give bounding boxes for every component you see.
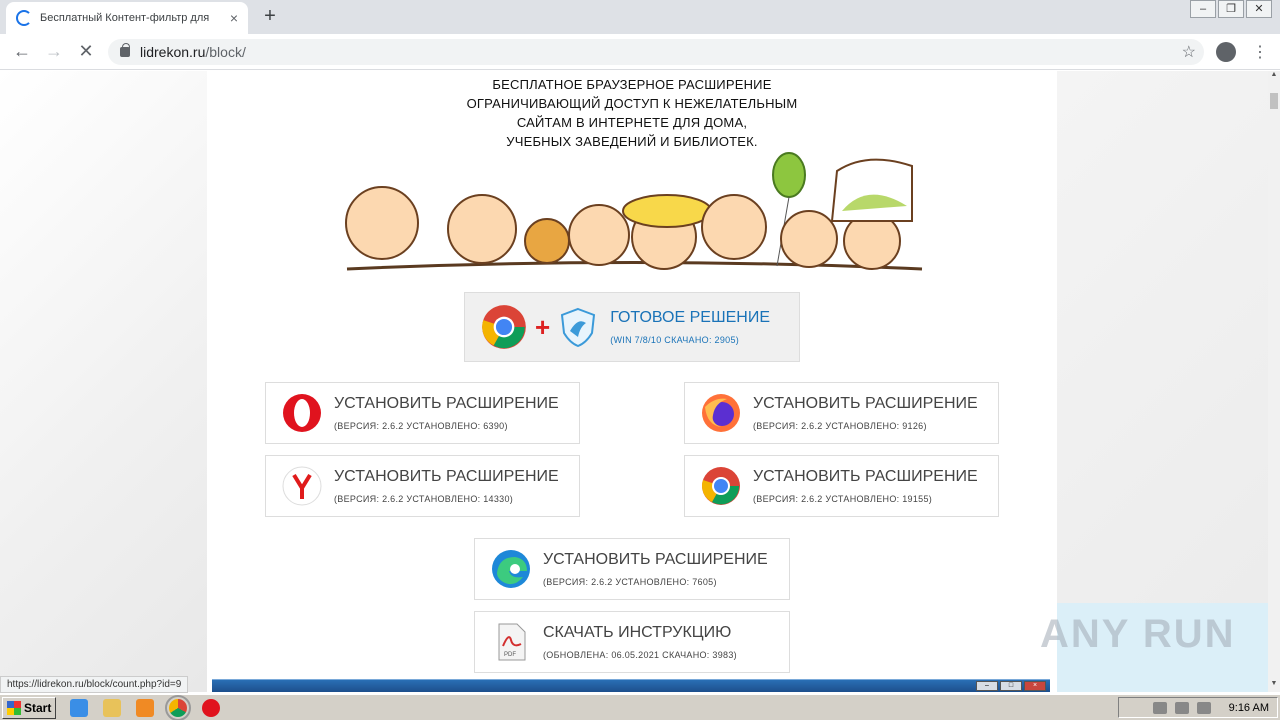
clock[interactable]: 9:16 AM: [1229, 702, 1269, 714]
firefox-icon: [702, 394, 740, 432]
forward-arrow-icon[interactable]: →: [38, 41, 70, 62]
bookmark-star-icon[interactable]: ☆: [1182, 42, 1196, 62]
browser-tab[interactable]: Бесплатный Контент-фильтр для ×: [6, 2, 248, 34]
opera-taskbar-icon[interactable]: [202, 698, 220, 717]
back-arrow-icon[interactable]: ←: [6, 41, 38, 62]
install-opera-button[interactable]: УСТАНОВИТЬ РАСШИРЕНИЕ (ВЕРСИЯ: 2.6.2 УСТ…: [265, 382, 580, 444]
network-icon[interactable]: [1174, 701, 1189, 714]
flag-icon[interactable]: [1196, 701, 1211, 714]
url-text: lidrekon.ru/block/: [140, 44, 246, 60]
kebab-menu-icon[interactable]: ⋮: [1252, 42, 1268, 62]
scroll-thumb[interactable]: [1270, 93, 1278, 109]
install-edge-button[interactable]: УСТАНОВИТЬ РАСШИРЕНИЕ (ВЕРСИЯ: 2.6.2 УСТ…: [474, 538, 790, 600]
profile-avatar-icon[interactable]: [1216, 42, 1236, 62]
background-right: [1057, 71, 1268, 692]
ready-solution-button[interactable]: + ГОТОВОЕ РЕШЕНИЕ (WIN 7/8/10 СКАЧАНО: 2…: [464, 292, 800, 362]
windows-logo-icon: [7, 700, 21, 715]
emb-maximize-button[interactable]: □: [1000, 681, 1022, 691]
ie-icon[interactable]: [70, 698, 88, 717]
install-yandex-button[interactable]: УСТАНОВИТЬ РАСШИРЕНИЕ (ВЕРСИЯ: 2.6.2 УСТ…: [265, 455, 580, 517]
edge-icon: [492, 550, 530, 588]
chrome-icon: [482, 305, 526, 349]
page-viewport: БЕСПЛАТНОЕ БРАУЗЕРНОЕ РАСШИРЕНИЕ ОГРАНИЧ…: [0, 71, 1268, 692]
ready-solution-stats: (WIN 7/8/10 СКАЧАНО: 2905): [610, 335, 740, 345]
download-instruction-button[interactable]: PDF СКАЧАТЬ ИНСТРУКЦИЮ (ОБНОВЛЕНА: 06.05…: [474, 611, 790, 673]
explorer-folder-icon[interactable]: [103, 698, 121, 717]
system-tray: 9:16 AM: [1118, 697, 1278, 718]
close-window-button[interactable]: ✕: [1246, 0, 1272, 18]
scroll-up-arrow-icon[interactable]: ▲: [1268, 71, 1280, 83]
main-content: БЕСПЛАТНОЕ БРАУЗЕРНОЕ РАСШИРЕНИЕ ОГРАНИЧ…: [207, 71, 1057, 692]
background-window-titlebar[interactable]: – □ ×: [212, 679, 1050, 692]
ready-solution-label: ГОТОВОЕ РЕШЕНИЕ: [610, 309, 771, 326]
status-bar-link: https://lidrekon.ru/block/count.php?id=9: [0, 676, 189, 693]
tab-close-icon[interactable]: ×: [230, 10, 238, 26]
tab-strip: Бесплатный Контент-фильтр для × + – ❐ ✕: [0, 0, 1280, 34]
opera-icon: [283, 394, 321, 432]
emb-close-button[interactable]: ×: [1024, 681, 1046, 691]
scroll-down-arrow-icon[interactable]: ▼: [1268, 680, 1280, 692]
shield-icon: [561, 307, 596, 347]
address-bar[interactable]: lidrekon.ru/block/ ☆: [108, 39, 1204, 65]
window-controls: – ❐ ✕: [1190, 0, 1272, 18]
media-player-icon[interactable]: [136, 698, 154, 717]
yandex-icon: [282, 466, 322, 506]
loading-spinner-icon: [16, 10, 32, 26]
volume-icon[interactable]: [1152, 701, 1167, 714]
stop-loading-icon[interactable]: ✕: [70, 41, 102, 62]
windows-taskbar: Start 9:16 AM: [0, 694, 1280, 720]
emb-minimize-button[interactable]: –: [976, 681, 998, 691]
restore-button[interactable]: ❐: [1218, 0, 1244, 18]
page-headline: БЕСПЛАТНОЕ БРАУЗЕРНОЕ РАСШИРЕНИЕ ОГРАНИЧ…: [466, 77, 798, 149]
pdf-icon: PDF: [498, 623, 526, 661]
start-button[interactable]: Start: [2, 696, 56, 719]
lock-icon: [120, 43, 130, 57]
background-left: [0, 71, 207, 692]
chrome-taskbar-icon[interactable]: [165, 694, 191, 720]
chrome-icon: [702, 467, 740, 505]
watermark-logo: ANY RUN: [1040, 612, 1236, 656]
children-illustration: [345, 152, 923, 271]
vertical-scrollbar[interactable]: ▲ ▼: [1268, 71, 1280, 692]
svg-text:PDF: PDF: [504, 652, 516, 658]
minimize-button[interactable]: –: [1190, 0, 1216, 18]
new-tab-button[interactable]: +: [258, 5, 282, 28]
tab-title: Бесплатный Контент-фильтр для: [40, 12, 210, 24]
install-chrome-button[interactable]: УСТАНОВИТЬ РАСШИРЕНИЕ (ВЕРСИЯ: 2.6.2 УСТ…: [684, 455, 999, 517]
browser-toolbar: ← → ✕ lidrekon.ru/block/ ☆ ⋮: [0, 34, 1280, 70]
plus-icon: +: [535, 311, 551, 342]
install-firefox-button[interactable]: УСТАНОВИТЬ РАСШИРЕНИЕ (ВЕРСИЯ: 2.6.2 УСТ…: [684, 382, 999, 444]
